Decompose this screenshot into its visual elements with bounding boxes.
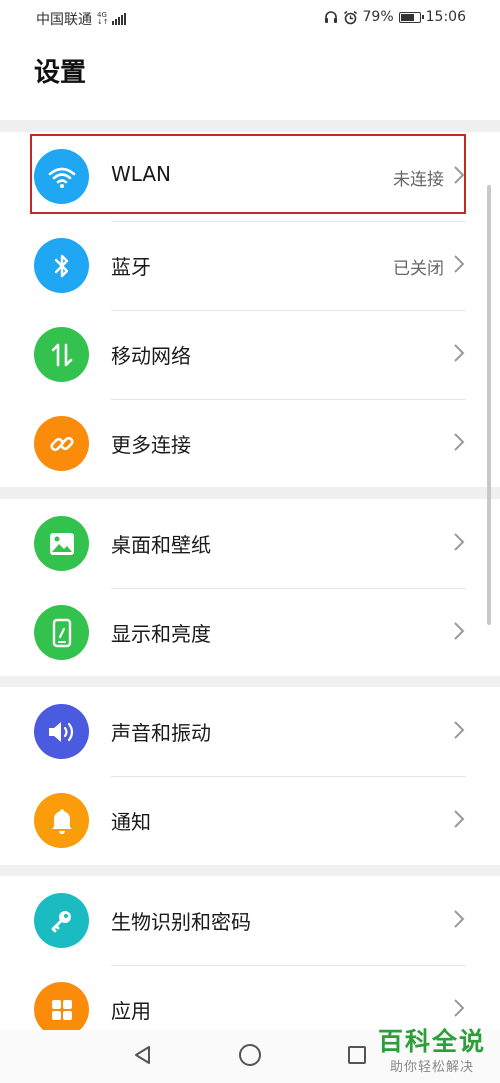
- settings-item-label: 应用: [111, 999, 151, 1023]
- settings-item-label: 通知: [111, 810, 151, 834]
- settings-item-mobile-network[interactable]: 移动网络: [0, 310, 500, 399]
- settings-item-bluetooth[interactable]: 蓝牙 已关闭: [0, 221, 500, 310]
- chevron-right-icon: [454, 910, 465, 928]
- watermark: 百科全说 助你轻松解决: [378, 1022, 486, 1075]
- settings-item-biometrics[interactable]: 生物识别和密码: [0, 876, 500, 965]
- section-gap: [0, 676, 500, 687]
- settings-item-label: 声音和振动: [111, 721, 211, 745]
- home-button[interactable]: [235, 1040, 265, 1070]
- section-gap: [0, 865, 500, 876]
- settings-item-label: 更多连接: [111, 433, 191, 457]
- settings-item-label: 显示和亮度: [111, 622, 211, 646]
- scrollbar[interactable]: [487, 185, 491, 625]
- display-icon: [34, 605, 89, 660]
- settings-item-label: 移动网络: [111, 344, 191, 368]
- watermark-subtitle: 助你轻松解决: [389, 1060, 474, 1075]
- settings-item-more-connections[interactable]: 更多连接: [0, 399, 500, 488]
- bluetooth-icon: [34, 238, 89, 293]
- chevron-right-icon: [454, 433, 465, 451]
- mobile-data-icon: [34, 327, 89, 382]
- settings-item-label: 蓝牙: [111, 255, 151, 279]
- settings-item-wallpaper[interactable]: 桌面和壁纸: [0, 499, 500, 588]
- chevron-right-icon: [454, 999, 465, 1017]
- settings-item-sound[interactable]: 声音和振动: [0, 687, 500, 776]
- battery-percent: 79%: [362, 9, 394, 25]
- settings-item-wlan[interactable]: WLAN 未连接: [0, 132, 500, 221]
- divider: [111, 965, 466, 966]
- link-icon: [34, 416, 89, 471]
- divider: [111, 221, 466, 222]
- chevron-right-icon: [454, 533, 465, 551]
- settings-item-status: 已关闭: [393, 259, 444, 279]
- carrier-label: 中国联通: [36, 12, 92, 28]
- home-circle-icon: [239, 1044, 261, 1066]
- chevron-right-icon: [454, 344, 465, 362]
- page-title: 设置: [34, 58, 87, 88]
- settings-item-label: 桌面和壁纸: [111, 533, 211, 557]
- divider: [111, 310, 466, 311]
- alarm-icon: [343, 10, 357, 24]
- battery-icon: [398, 11, 424, 23]
- signal-icon: [111, 13, 126, 25]
- settings-item-display[interactable]: 显示和亮度: [0, 588, 500, 677]
- settings-item-notification[interactable]: 通知: [0, 776, 500, 865]
- chevron-right-icon: [454, 622, 465, 640]
- wallpaper-icon: [34, 516, 89, 571]
- clock: 15:06: [425, 9, 466, 25]
- section-gap: [0, 487, 500, 499]
- watermark-title: 百科全说: [377, 1027, 486, 1056]
- settings-item-label: 生物识别和密码: [111, 910, 251, 934]
- divider: [111, 588, 466, 589]
- settings-item-label: WLAN: [111, 162, 172, 186]
- status-bar: 中国联通 4G ↓↑ 79% 15:06: [0, 0, 500, 36]
- recents-button[interactable]: [342, 1040, 372, 1070]
- divider: [111, 399, 466, 400]
- section-gap: [0, 120, 500, 132]
- network-type: 4G ↓↑: [97, 11, 109, 26]
- notification-icon: [34, 793, 89, 848]
- headset-icon: [324, 11, 337, 23]
- wifi-icon: [34, 149, 89, 204]
- chevron-right-icon: [454, 255, 465, 273]
- chevron-right-icon: [454, 810, 465, 828]
- apps-icon: [34, 982, 89, 1037]
- chevron-right-icon: [454, 721, 465, 739]
- key-icon: [34, 893, 89, 948]
- settings-item-status: 未连接: [393, 170, 444, 190]
- divider: [111, 776, 466, 777]
- back-button[interactable]: [128, 1040, 158, 1070]
- back-triangle-icon: [135, 1046, 150, 1064]
- recents-square-icon: [348, 1046, 366, 1064]
- sound-icon: [34, 704, 89, 759]
- chevron-right-icon: [454, 166, 465, 184]
